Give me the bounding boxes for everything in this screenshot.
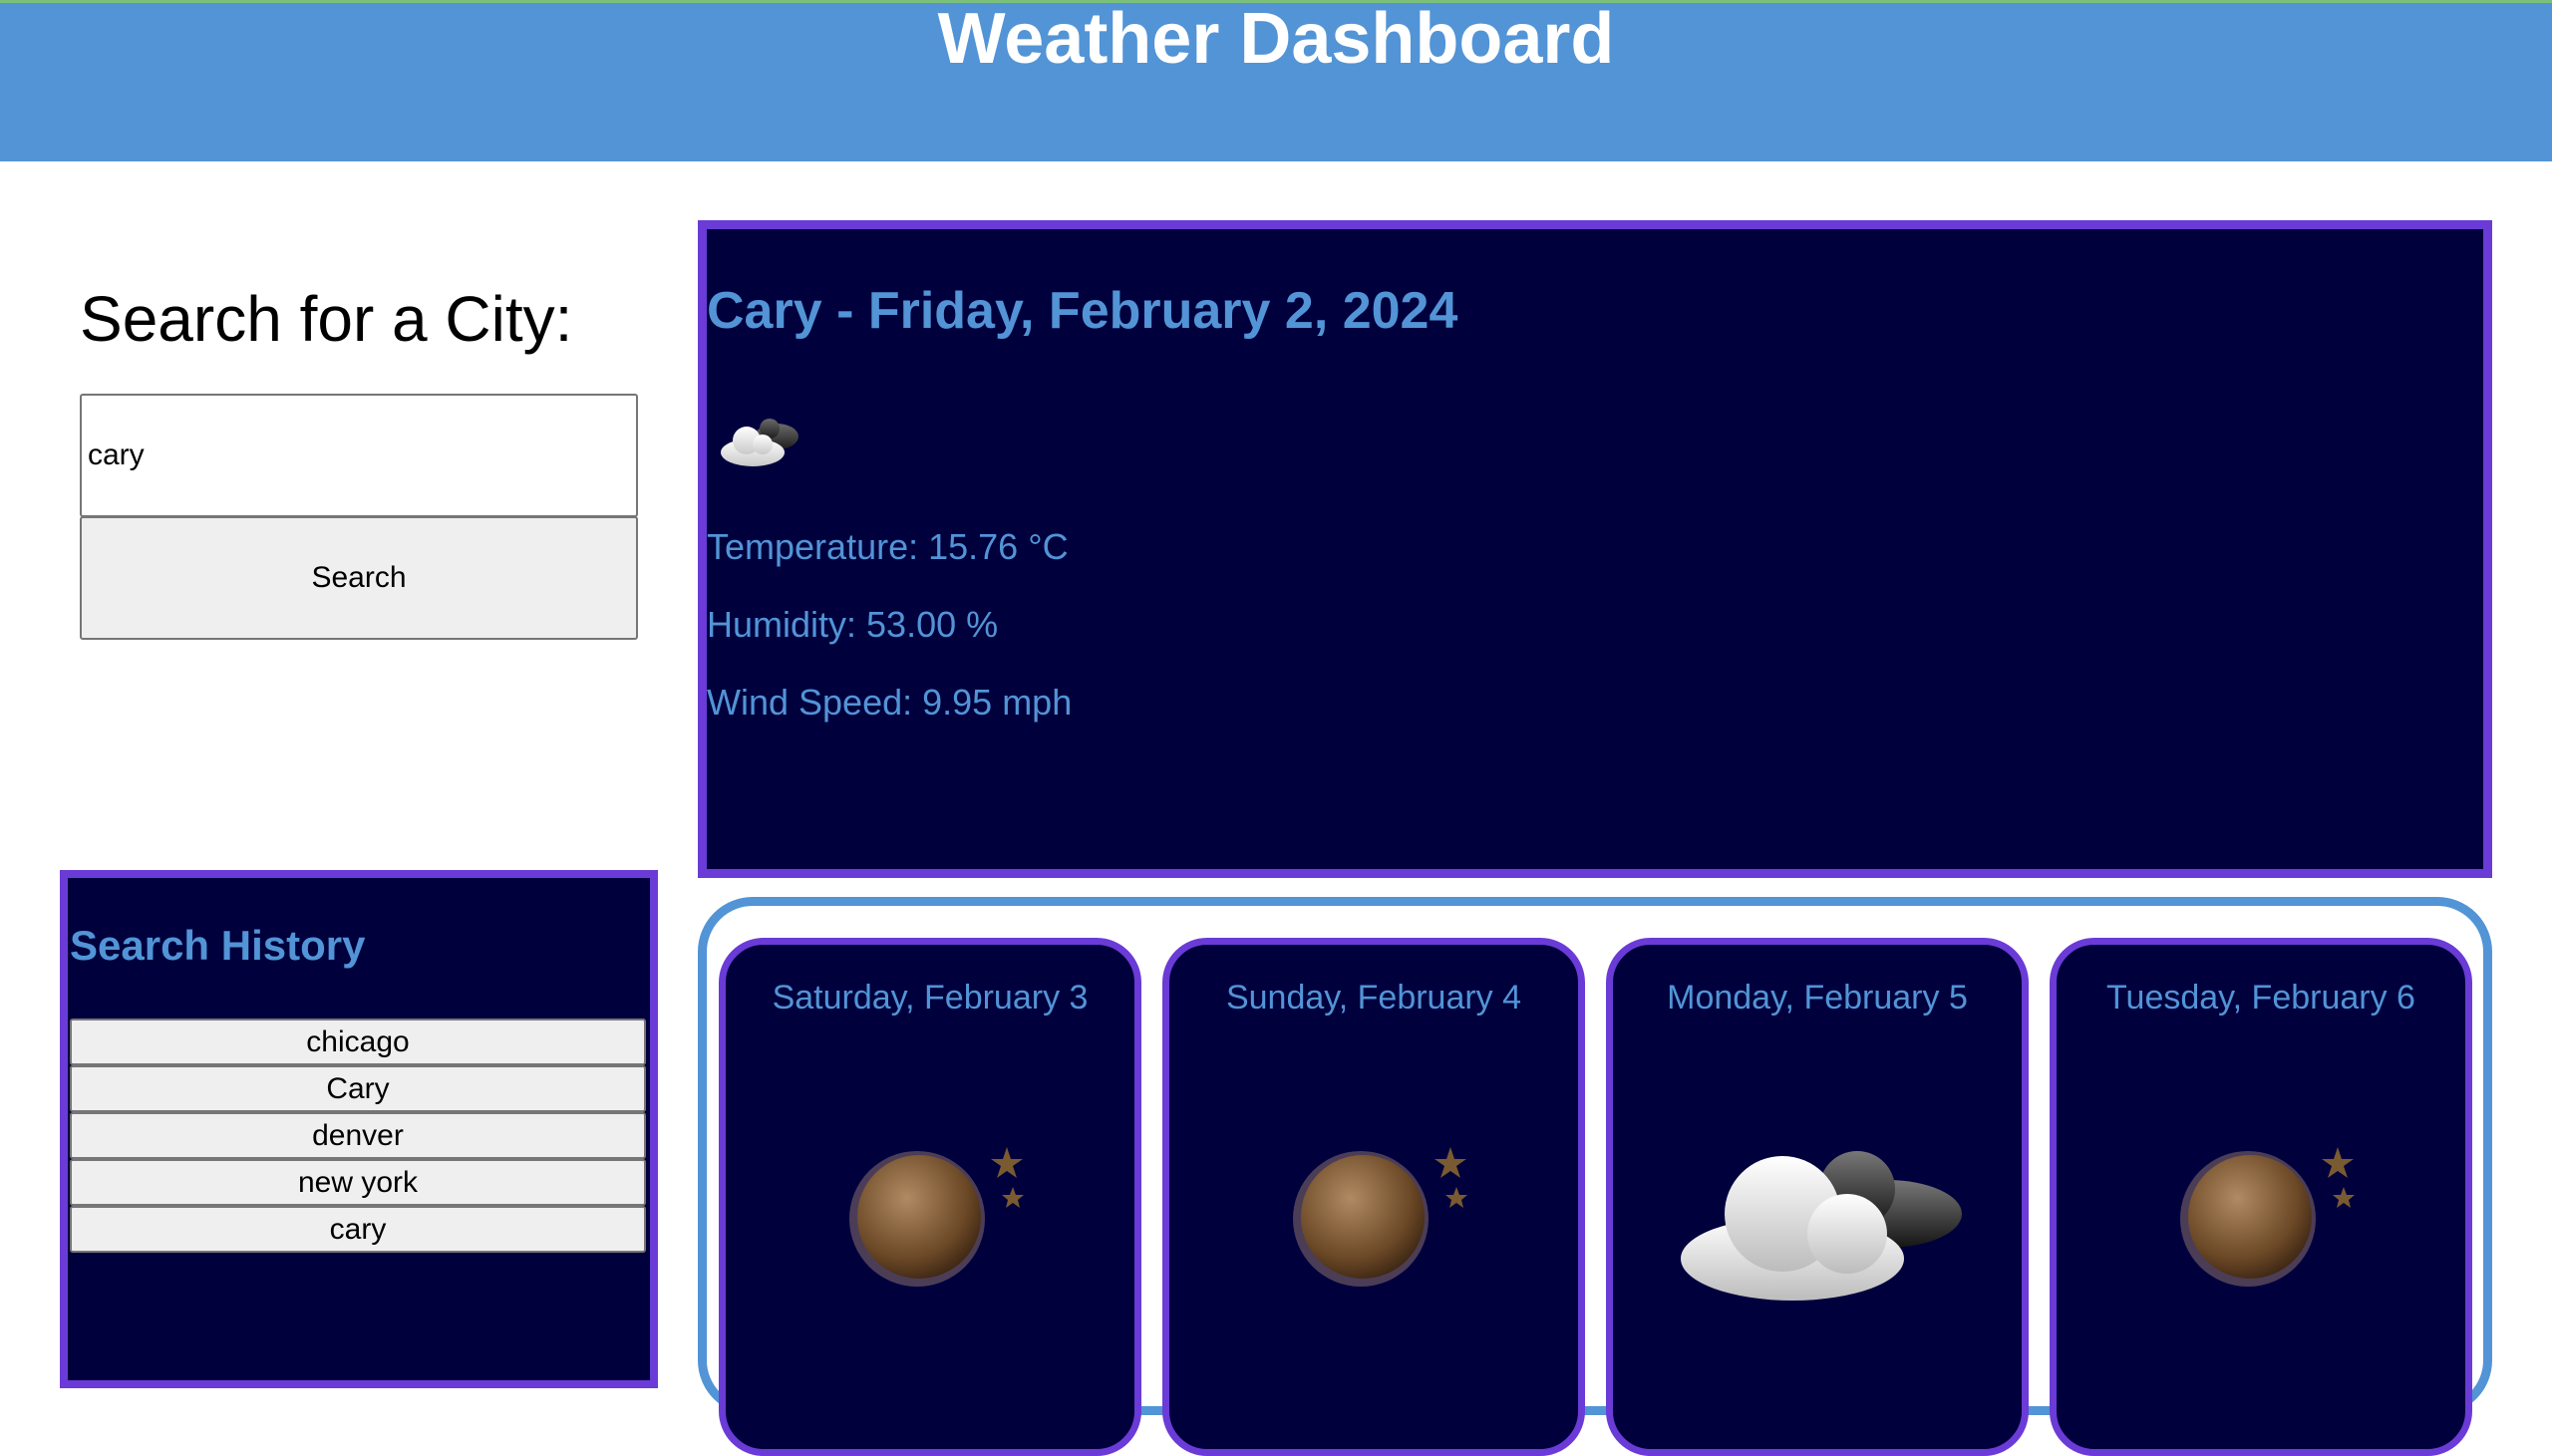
forecast-date: Sunday, February 4 <box>1225 979 1522 1017</box>
history-item-new-york[interactable]: new york <box>70 1159 646 1206</box>
current-temperature: Temperature: 15.76 °C <box>707 526 1069 567</box>
history-item-chicago[interactable]: chicago <box>70 1019 646 1065</box>
partly-cloudy-night-icon <box>721 419 798 466</box>
forecast-card: Sunday, February 4 <box>1162 938 1585 1456</box>
current-wind-speed: Wind Speed: 9.95 mph <box>707 682 1073 723</box>
search-history-panel: Search History chicago Cary denver new y… <box>60 870 658 1388</box>
current-weather-panel: Cary - Friday, February 2, 2024 Temperat… <box>698 220 2492 878</box>
clear-night-icon <box>2180 1147 2355 1287</box>
search-history-list: chicago Cary denver new york cary <box>70 1019 646 1253</box>
clear-night-icon <box>1293 1147 1467 1287</box>
history-item-cary-lower[interactable]: cary <box>70 1206 646 1253</box>
forecast-card: Tuesday, February 6 <box>2050 938 2472 1456</box>
partly-cloudy-night-icon <box>1681 1151 1962 1301</box>
clear-night-icon <box>849 1147 1024 1287</box>
history-item-cary[interactable]: Cary <box>70 1065 646 1112</box>
forecast-date: Monday, February 5 <box>1667 979 1968 1017</box>
current-weather-heading: Cary - Friday, February 2, 2024 <box>707 282 1458 340</box>
current-humidity: Humidity: 53.00 % <box>707 604 999 645</box>
forecast-date: Saturday, February 3 <box>772 979 1089 1017</box>
page-title: Weather Dashboard <box>937 0 1615 79</box>
page-header: Weather Dashboard <box>0 0 2552 161</box>
forecast-card: Saturday, February 3 <box>719 938 1141 1456</box>
forecast-card: Monday, February 5 <box>1606 938 2029 1456</box>
search-history-title: Search History <box>70 922 366 969</box>
forecast-date: Tuesday, February 6 <box>2106 979 2415 1017</box>
search-title: Search for a City: <box>80 283 573 355</box>
city-search-input[interactable] <box>80 394 638 517</box>
forecast-container: Saturday, February 3 Sunday, February 4 <box>698 897 2492 1456</box>
history-item-denver[interactable]: denver <box>70 1112 646 1159</box>
search-button[interactable]: Search <box>80 516 638 640</box>
